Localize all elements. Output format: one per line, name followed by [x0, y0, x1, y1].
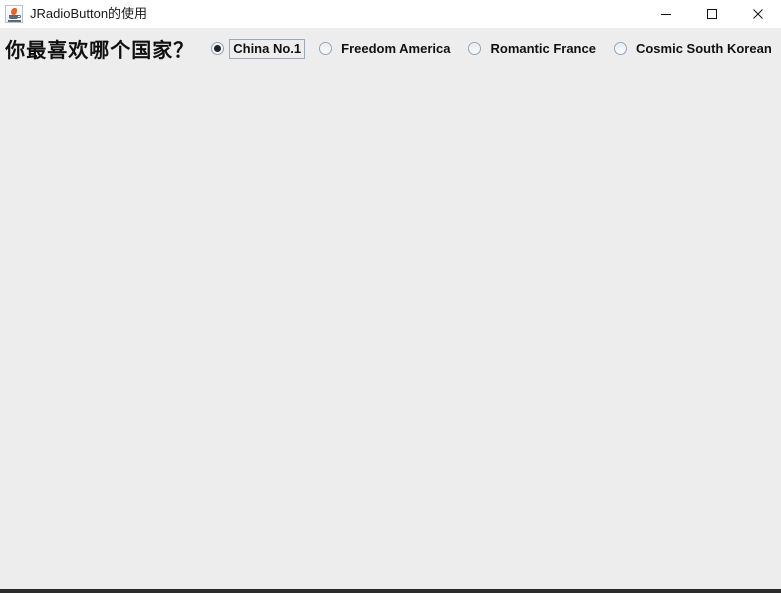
- window-bottom-edge: [0, 589, 781, 593]
- radio-group-row: 你最喜欢哪个国家？ China No.1 Freedom America Rom…: [0, 34, 781, 63]
- maximize-icon: [707, 9, 717, 19]
- radio-label-america: Freedom America: [341, 40, 451, 56]
- title-bar: JRadioButton的使用: [0, 0, 781, 28]
- close-icon: [753, 9, 763, 19]
- content-panel: 你最喜欢哪个国家？ China No.1 Freedom America Rom…: [0, 28, 781, 589]
- radio-mark-unselected-icon: [468, 42, 482, 55]
- radio-mark-unselected-icon: [319, 42, 333, 55]
- radio-label-france: Romantic France: [490, 40, 596, 56]
- question-label: 你最喜欢哪个国家？: [5, 40, 195, 62]
- close-button[interactable]: [735, 0, 781, 28]
- radio-button-france[interactable]: Romantic France: [468, 39, 599, 59]
- java-coffee-cup-icon: [5, 5, 23, 23]
- radio-mark-selected-icon: [211, 42, 225, 55]
- window-title: JRadioButton的使用: [30, 6, 148, 21]
- title-bar-left: JRadioButton的使用: [0, 0, 643, 28]
- radio-button-china[interactable]: China No.1: [211, 38, 306, 59]
- maximize-button[interactable]: [689, 0, 735, 28]
- minimize-icon: [661, 14, 671, 15]
- window-controls: [643, 0, 781, 28]
- application-window: JRadioButton的使用 你最喜欢哪个国家？ China No.1 Fre…: [0, 0, 781, 593]
- radio-label-china: China No.1: [229, 38, 306, 59]
- radio-label-south-korean: Cosmic South Korean: [635, 40, 772, 56]
- radio-button-south-korean[interactable]: Cosmic South Korean: [613, 39, 776, 59]
- minimize-button[interactable]: [643, 0, 689, 28]
- radio-button-america[interactable]: Freedom America: [319, 39, 454, 59]
- radio-mark-unselected-icon: [613, 42, 627, 55]
